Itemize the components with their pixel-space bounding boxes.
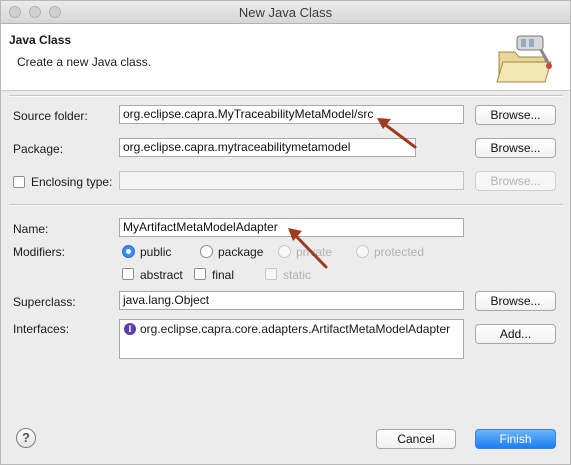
new-java-class-dialog: New Java Class Java Class Create a new J… bbox=[0, 0, 571, 465]
modifier-protected-label: protected bbox=[374, 245, 425, 259]
annotation-arrow bbox=[288, 228, 328, 269]
cancel-button[interactable]: Cancel bbox=[376, 429, 456, 449]
enclosing-type-input[interactable] bbox=[119, 171, 464, 190]
modifier-package-radio[interactable] bbox=[200, 245, 213, 258]
name-label: Name: bbox=[13, 222, 49, 236]
wizard-banner: Java Class Create a new Java class. bbox=[1, 24, 570, 91]
modifier-protected-radio[interactable] bbox=[356, 245, 369, 258]
modifier-abstract-checkbox[interactable] bbox=[122, 268, 134, 280]
superclass-input[interactable]: java.lang.Object bbox=[119, 291, 464, 310]
interface-icon: I bbox=[124, 323, 136, 335]
banner-description: Create a new Java class. bbox=[17, 55, 152, 69]
interfaces-label: Interfaces: bbox=[13, 322, 70, 336]
section-divider bbox=[9, 204, 563, 206]
enclosing-type-label: Enclosing type: bbox=[31, 175, 113, 189]
help-button[interactable]: ? bbox=[16, 428, 36, 448]
superclass-browse-button[interactable]: Browse... bbox=[475, 291, 556, 311]
modifier-final-label: final bbox=[212, 268, 235, 282]
modifier-public-label: public bbox=[140, 245, 172, 259]
banner-title: Java Class bbox=[9, 33, 72, 47]
finish-button[interactable]: Finish bbox=[475, 429, 556, 449]
modifier-static-checkbox[interactable] bbox=[265, 268, 277, 280]
modifiers-label: Modifiers: bbox=[13, 245, 66, 259]
enclosing-type-browse-button[interactable]: Browse... bbox=[475, 171, 556, 191]
title-bar: New Java Class bbox=[1, 1, 570, 24]
modifier-public-radio[interactable] bbox=[122, 245, 135, 258]
package-label: Package: bbox=[13, 142, 64, 156]
superclass-label: Superclass: bbox=[13, 295, 76, 309]
source-folder-label: Source folder: bbox=[13, 109, 88, 123]
source-folder-browse-button[interactable]: Browse... bbox=[475, 105, 556, 125]
modifier-final-checkbox[interactable] bbox=[194, 268, 206, 280]
add-interface-button[interactable]: Add... bbox=[475, 324, 556, 344]
window-title: New Java Class bbox=[238, 5, 333, 20]
new-class-wizard-icon bbox=[496, 35, 552, 83]
enclosing-type-checkbox[interactable] bbox=[13, 176, 25, 188]
interfaces-list[interactable]: I org.eclipse.capra.core.adapters.Artifa… bbox=[119, 319, 464, 359]
package-browse-button[interactable]: Browse... bbox=[475, 138, 556, 158]
interface-name: org.eclipse.capra.core.adapters.Artifact… bbox=[140, 322, 451, 336]
modifier-abstract-label: abstract bbox=[140, 268, 183, 282]
section-divider bbox=[9, 95, 563, 97]
modifier-package-label: package bbox=[218, 245, 264, 259]
annotation-arrow bbox=[377, 118, 417, 149]
